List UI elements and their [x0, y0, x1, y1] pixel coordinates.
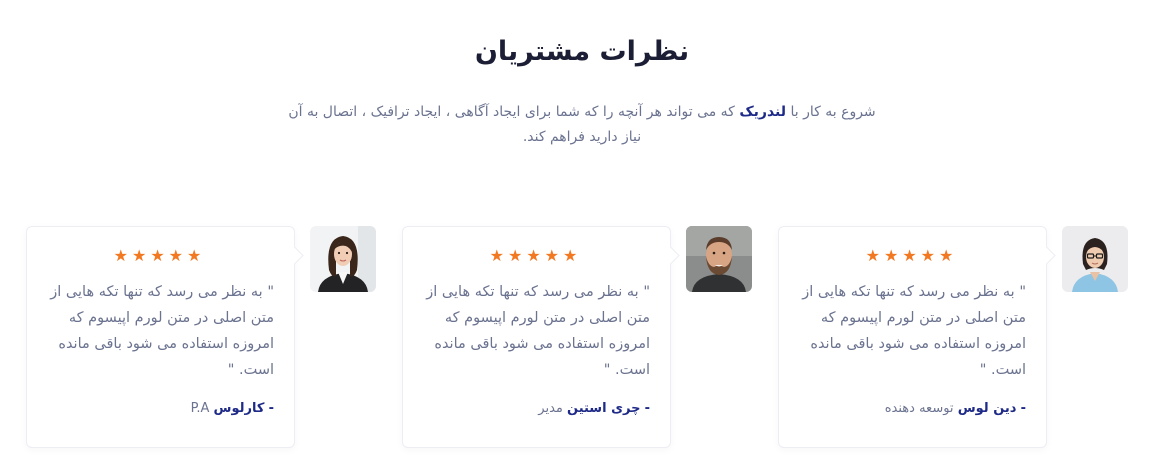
testimonial-body: ★★★★★ " به نظر می رسد که تنها تکه هایی ا… — [778, 226, 1047, 448]
intro-text-start: شروع به کار با — [790, 104, 876, 120]
author-name: دین لوس — [957, 401, 1017, 416]
star-rating: ★★★★★ — [865, 246, 958, 265]
testimonial-author: - چری استین مدیر — [538, 401, 650, 416]
author-dash: - — [1020, 401, 1026, 416]
testimonial-body: ★★★★★ " به نظر می رسد که تنها تکه هایی ا… — [402, 226, 671, 448]
author-role: P.A — [190, 401, 210, 416]
testimonial-card: ★★★★★ " به نظر می رسد که تنها تکه هایی ا… — [26, 226, 376, 448]
testimonial-author: - کارلوس P.A — [191, 401, 274, 416]
author-name: کارلوس — [213, 401, 265, 416]
avatar-woman-glasses-icon — [1062, 226, 1128, 292]
intro-brand: لندریک — [739, 104, 787, 120]
section-title: نظرات مشتریان — [474, 36, 690, 67]
section-intro: شروع به کار با لندریک که می تواند هر آنچ… — [282, 100, 882, 150]
testimonial-card: ★★★★★ " به نظر می رسد که تنها تکه هایی ا… — [402, 226, 752, 448]
testimonial-list: ★★★★★ " به نظر می رسد که تنها تکه هایی ا… — [26, 226, 1128, 448]
author-role: توسعه دهنده — [884, 401, 954, 416]
avatar-woman-dark-hair-icon — [310, 226, 376, 292]
author-role: مدیر — [538, 401, 563, 416]
testimonial-quote: " به نظر می رسد که تنها تکه هایی از متن … — [802, 284, 1026, 378]
intro-text-end: که می تواند هر آنچه را که شما برای ایجاد… — [288, 104, 735, 145]
testimonial-body: ★★★★★ " به نظر می رسد که تنها تکه هایی ا… — [26, 226, 295, 448]
star-rating: ★★★★★ — [113, 246, 206, 265]
testimonials-section: نظرات مشتریان شروع به کار با لندریک که م… — [0, 0, 1164, 474]
avatar-man-beard-icon — [686, 226, 752, 292]
testimonial-card: ★★★★★ " به نظر می رسد که تنها تکه هایی ا… — [778, 226, 1128, 448]
testimonial-author: - دین لوس توسعه دهنده — [885, 401, 1026, 416]
testimonial-quote: " به نظر می رسد که تنها تکه هایی از متن … — [50, 284, 274, 378]
author-dash: - — [644, 401, 650, 416]
author-name: چری استین — [567, 401, 641, 416]
star-rating: ★★★★★ — [489, 246, 582, 265]
testimonial-quote: " به نظر می رسد که تنها تکه هایی از متن … — [426, 284, 650, 378]
author-dash: - — [268, 401, 274, 416]
